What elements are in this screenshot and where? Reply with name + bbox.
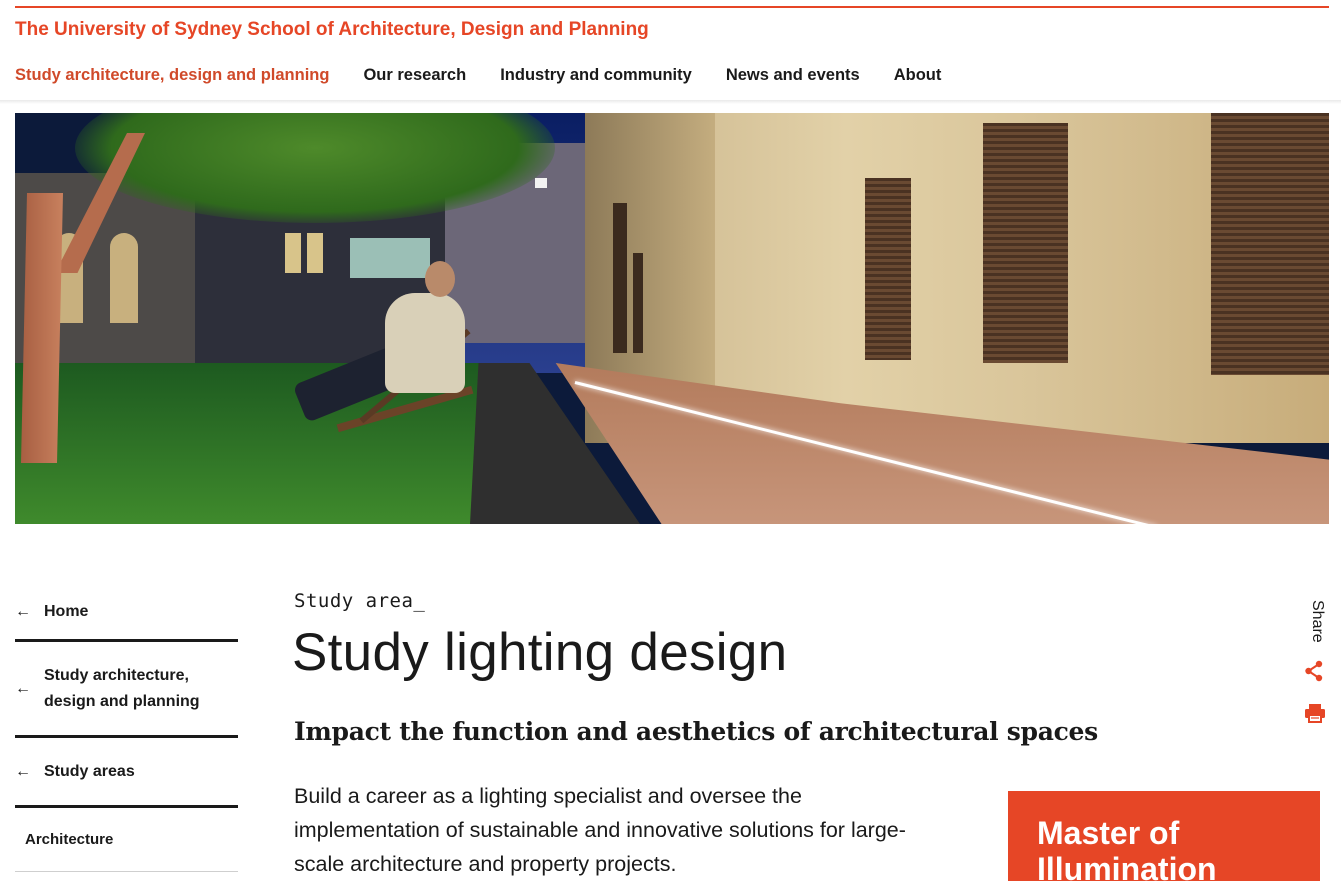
share-label: Share (1309, 600, 1326, 643)
print-icon[interactable] (1304, 702, 1326, 724)
nav-item-research[interactable]: Our research (363, 66, 466, 85)
arrow-left-icon: ← (15, 762, 31, 780)
course-promo-card[interactable]: Master of Illumination (1008, 791, 1320, 881)
header-top-rule (15, 6, 1329, 8)
page-kicker: Study area_ (294, 590, 426, 612)
sidebar-item-study-areas[interactable]: ← Study areas (15, 738, 238, 808)
sidebar-nav: ← Home ← Study architecture, design and … (15, 584, 238, 872)
main-nav: Study architecture, design and planning … (15, 66, 941, 85)
nav-item-industry[interactable]: Industry and community (500, 66, 692, 85)
nav-item-about[interactable]: About (894, 66, 942, 85)
sidebar-item-architecture[interactable]: Architecture (15, 808, 238, 872)
nav-divider (0, 100, 1341, 104)
promo-title: Master of Illumination (1037, 815, 1217, 881)
site-title[interactable]: The University of Sydney School of Archi… (15, 19, 649, 41)
page-subheading: Impact the function and aesthetics of ar… (294, 717, 1098, 746)
sidebar-item-study[interactable]: ← Study architecture, design and plannin… (15, 642, 238, 738)
share-icon[interactable] (1304, 660, 1324, 682)
arrow-left-icon: ← (15, 679, 31, 697)
sidebar-item-label: Study areas (44, 762, 135, 780)
nav-item-news[interactable]: News and events (726, 66, 860, 85)
page-title: Study lighting design (292, 623, 788, 682)
sidebar-item-label: Home (44, 602, 89, 620)
sidebar-item-label: Study architecture, design and planning (44, 666, 200, 710)
hero-image (15, 113, 1329, 524)
sidebar-item-label: Architecture (25, 830, 114, 848)
nav-item-study[interactable]: Study architecture, design and planning (15, 66, 329, 85)
intro-paragraph: Build a career as a lighting specialist … (294, 784, 906, 876)
sidebar-item-home[interactable]: ← Home (15, 584, 238, 642)
arrow-left-icon: ← (15, 602, 31, 620)
